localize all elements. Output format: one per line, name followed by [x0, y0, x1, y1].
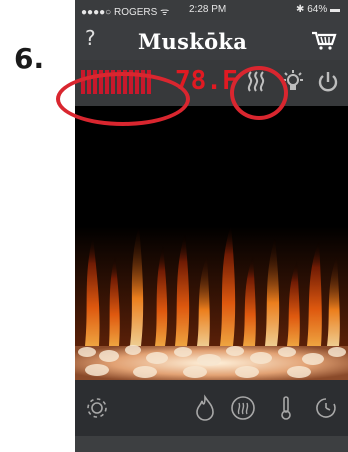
- fireplace-scene: [75, 106, 348, 380]
- annotation-circle-heat: [230, 66, 288, 120]
- cart-icon[interactable]: [311, 30, 337, 50]
- power-icon[interactable]: [315, 69, 341, 95]
- annotation-circle-level: [56, 72, 190, 126]
- phone-screen: ●●●●○ ROGERS ᯤ 2:28 PM ✱ 64% ▬ ? Muskōka…: [75, 0, 348, 452]
- brand-logo: Muskōka: [138, 29, 248, 54]
- bottom-toolbar: [75, 380, 348, 436]
- top-nav: ? Muskōka: [75, 20, 348, 60]
- carrier-label: ●●●●○ ROGERS ᯤ: [81, 7, 170, 18]
- timer-icon[interactable]: [312, 394, 340, 422]
- status-bar: ●●●●○ ROGERS ᯤ 2:28 PM ✱ 64% ▬: [75, 0, 348, 20]
- help-button[interactable]: ?: [85, 26, 96, 50]
- flame-image: [75, 224, 348, 380]
- battery-status: ✱ 64% ▬: [296, 4, 340, 15]
- heat-icon[interactable]: [229, 394, 257, 422]
- step-number: 6.: [14, 42, 45, 75]
- bottom-strip: [75, 436, 348, 452]
- thermometer-icon[interactable]: [272, 394, 300, 422]
- gear-icon[interactable]: [83, 394, 111, 422]
- flame-icon[interactable]: [191, 394, 219, 422]
- clock: 2:28 PM: [189, 4, 227, 15]
